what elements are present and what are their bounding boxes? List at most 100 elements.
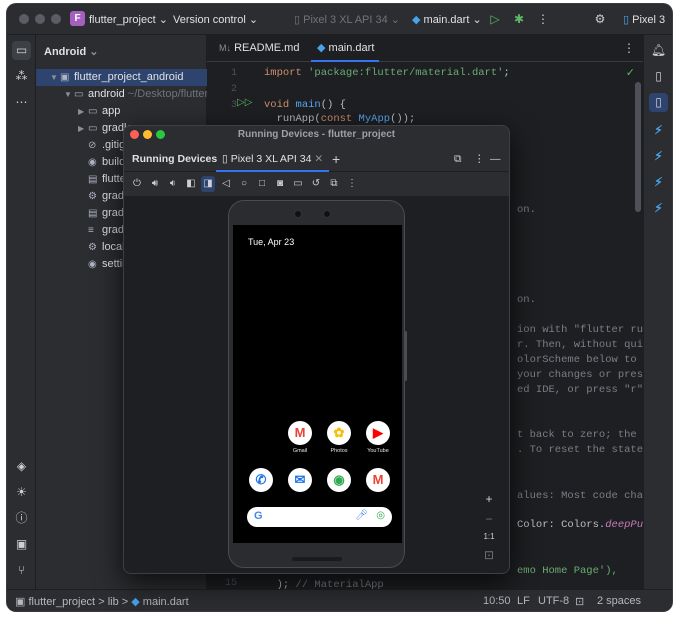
add-device-button[interactable]: + (332, 146, 340, 172)
volume-down-icon[interactable]: 🔉︎ (166, 176, 180, 192)
line-separator[interactable]: LF (517, 595, 530, 607)
code-fragment: your changes or press the (517, 369, 643, 381)
power-icon[interactable]: ⏻ (130, 176, 144, 192)
back-icon[interactable]: ◁ (219, 176, 233, 192)
minimize-window-button[interactable] (35, 14, 45, 24)
options-icon[interactable]: ⋮ (474, 146, 485, 172)
rotate-left-icon[interactable]: ◧ (184, 176, 198, 192)
debug-bug-icon[interactable]: ☀ (12, 483, 31, 502)
tree-item-android[interactable]: ▼▭android ~/Desktop/flutter_p (36, 86, 207, 103)
rotate-right-icon[interactable]: ◨ (201, 176, 215, 192)
breadcrumb[interactable]: ▣ flutter_project > lib > ◆ main.dart (15, 595, 189, 608)
snapshot-icon[interactable]: ↺ (309, 176, 323, 192)
messages-app-icon[interactable]: ✉ (288, 468, 312, 492)
line-number: 2 (230, 84, 237, 95)
overview-icon[interactable]: □ (255, 176, 269, 192)
tab-device-pixel[interactable]: ▯ Pixel 3 XL API 34 ✕ (216, 146, 330, 172)
phone-app-icon[interactable]: ✆ (249, 468, 273, 492)
lens-icon[interactable]: ◎ (376, 510, 385, 521)
file-icon: ▤ (88, 174, 98, 185)
chrome-app-icon[interactable]: ◉ (327, 468, 351, 492)
chevron-right-icon: ▶ (78, 107, 85, 116)
date-widget[interactable]: Tue, Apr 23 (248, 237, 294, 247)
more-icon[interactable]: ⋮ (345, 176, 359, 192)
home-icon[interactable]: ○ (237, 176, 251, 192)
terminal-icon[interactable]: ▣ (12, 535, 31, 554)
tab-readme[interactable]: M↓ README.md (213, 35, 299, 62)
maximize-window-button[interactable] (51, 14, 61, 24)
run-config-selector[interactable]: ◆ main.dart ⌄ (412, 13, 482, 26)
front-camera (294, 210, 302, 218)
version-control-menu[interactable]: Version control ⌄ (173, 13, 258, 26)
gmail-app-icon[interactable]: M (288, 421, 312, 445)
side-button[interactable] (404, 331, 407, 381)
running-devices-label: Running Devices (132, 153, 218, 165)
mic-icon[interactable]: 🎤︎ (355, 510, 368, 521)
flutter-devtools-icon[interactable]: ⚡︎ (649, 199, 668, 218)
code-fragment: on. (517, 294, 536, 306)
youtube-app-icon[interactable]: ▶ (366, 421, 390, 445)
zoom-in-icon[interactable]: + (481, 491, 497, 507)
tree-item-root[interactable]: ▼ ▣ flutter_project_android (36, 69, 207, 86)
google-search-bar[interactable]: G 🎤︎ ◎ (247, 507, 392, 527)
code-fragment: ); // MaterialApp (264, 579, 384, 589)
code-line-3: void main() { (264, 99, 346, 111)
gradle-icon[interactable]: ◈ (12, 457, 31, 476)
photos-app-icon[interactable]: ✿ (327, 421, 351, 445)
debug-icon[interactable]: ✱ (511, 11, 527, 27)
running-devices-icon[interactable]: ▯ (649, 93, 668, 112)
resource-manager-icon[interactable]: ⁂ (12, 67, 31, 86)
right-device-selector[interactable]: ▯ Pixel 3 (623, 13, 665, 26)
notifications-bell-icon[interactable]: 🔔︎ (649, 41, 668, 60)
device-selector[interactable]: ▯ Pixel 3 XL API 34 ⌄ (294, 13, 400, 26)
screenshot-icon[interactable]: ◙ (273, 176, 287, 192)
editor-scrollbar[interactable] (635, 82, 641, 212)
screen-record-icon[interactable]: ▭ (291, 176, 305, 192)
chevron-down-icon: ⌄ (390, 14, 400, 26)
code-fragment: ion with "flutter run". Y (517, 324, 643, 336)
maximize-window-button[interactable] (156, 130, 165, 139)
more-actions-icon[interactable]: ⋮ (535, 11, 551, 27)
volume-up-icon[interactable]: 🔊︎ (148, 176, 162, 192)
caret-position[interactable]: 10:50 (483, 595, 511, 607)
code-line-4: runApp(const MyApp()); (264, 113, 416, 125)
phone-icon: ▯ (623, 14, 630, 26)
gradle-file-icon: ◉ (88, 259, 97, 270)
mirror-icon[interactable]: ⧉ (327, 176, 341, 192)
problems-icon[interactable]: ⓘ (12, 509, 31, 528)
phone-screen[interactable]: Tue, Apr 23 M Gmail ✿ Photos ▶ YouTube ✆… (233, 225, 402, 543)
project-folder-icon[interactable]: ▭ (12, 41, 31, 60)
project-selector[interactable]: flutter_project ⌄ (89, 13, 168, 26)
gmail-dock-icon[interactable]: M (366, 468, 390, 492)
run-gutter-icon[interactable]: ▷▷ (237, 97, 252, 108)
indent-setting[interactable]: 2 spaces (597, 595, 641, 607)
close-window-button[interactable] (19, 14, 29, 24)
flutter-outline-icon[interactable]: ⚡︎ (649, 147, 668, 166)
file-encoding[interactable]: UTF-8 (538, 595, 569, 607)
google-logo-icon: G (254, 510, 263, 522)
hide-panel-icon[interactable]: — (490, 146, 501, 172)
lock-icon[interactable]: ⊡ (575, 595, 584, 608)
settings-gear-icon[interactable]: ⚙ (592, 11, 608, 27)
more-tools-icon[interactable]: ⋯ (12, 93, 31, 112)
chevron-down-icon: ▼ (50, 73, 58, 82)
folder-icon: ▭ (74, 89, 84, 100)
tree-item-app[interactable]: ▶ ▭ app (36, 103, 207, 120)
minimize-window-button[interactable] (143, 130, 152, 139)
close-window-button[interactable] (130, 130, 139, 139)
tab-options-icon[interactable]: ⋮ (623, 41, 635, 55)
actual-size-button[interactable]: 1:1 (481, 529, 497, 545)
detach-icon[interactable]: ⧉ (454, 146, 462, 172)
run-icon[interactable]: ▷ (487, 11, 503, 27)
zoom-out-icon[interactable]: − (481, 511, 497, 527)
chevron-down-icon: ⌄ (472, 14, 482, 26)
tab-main-dart[interactable]: ◆ main.dart (311, 35, 379, 62)
fit-screen-icon[interactable]: ⊡ (481, 547, 497, 563)
project-view-selector[interactable]: Android ⌄ (44, 45, 98, 58)
flutter-performance-icon[interactable]: ⚡︎ (649, 173, 668, 192)
line-number: 3 (230, 100, 237, 111)
git-branch-icon[interactable]: ⑂ (12, 561, 31, 580)
close-tab-icon[interactable]: ✕ (314, 153, 323, 165)
device-manager-icon[interactable]: ▯ (649, 67, 668, 86)
flutter-inspector-icon[interactable]: ⚡︎ (649, 121, 668, 140)
